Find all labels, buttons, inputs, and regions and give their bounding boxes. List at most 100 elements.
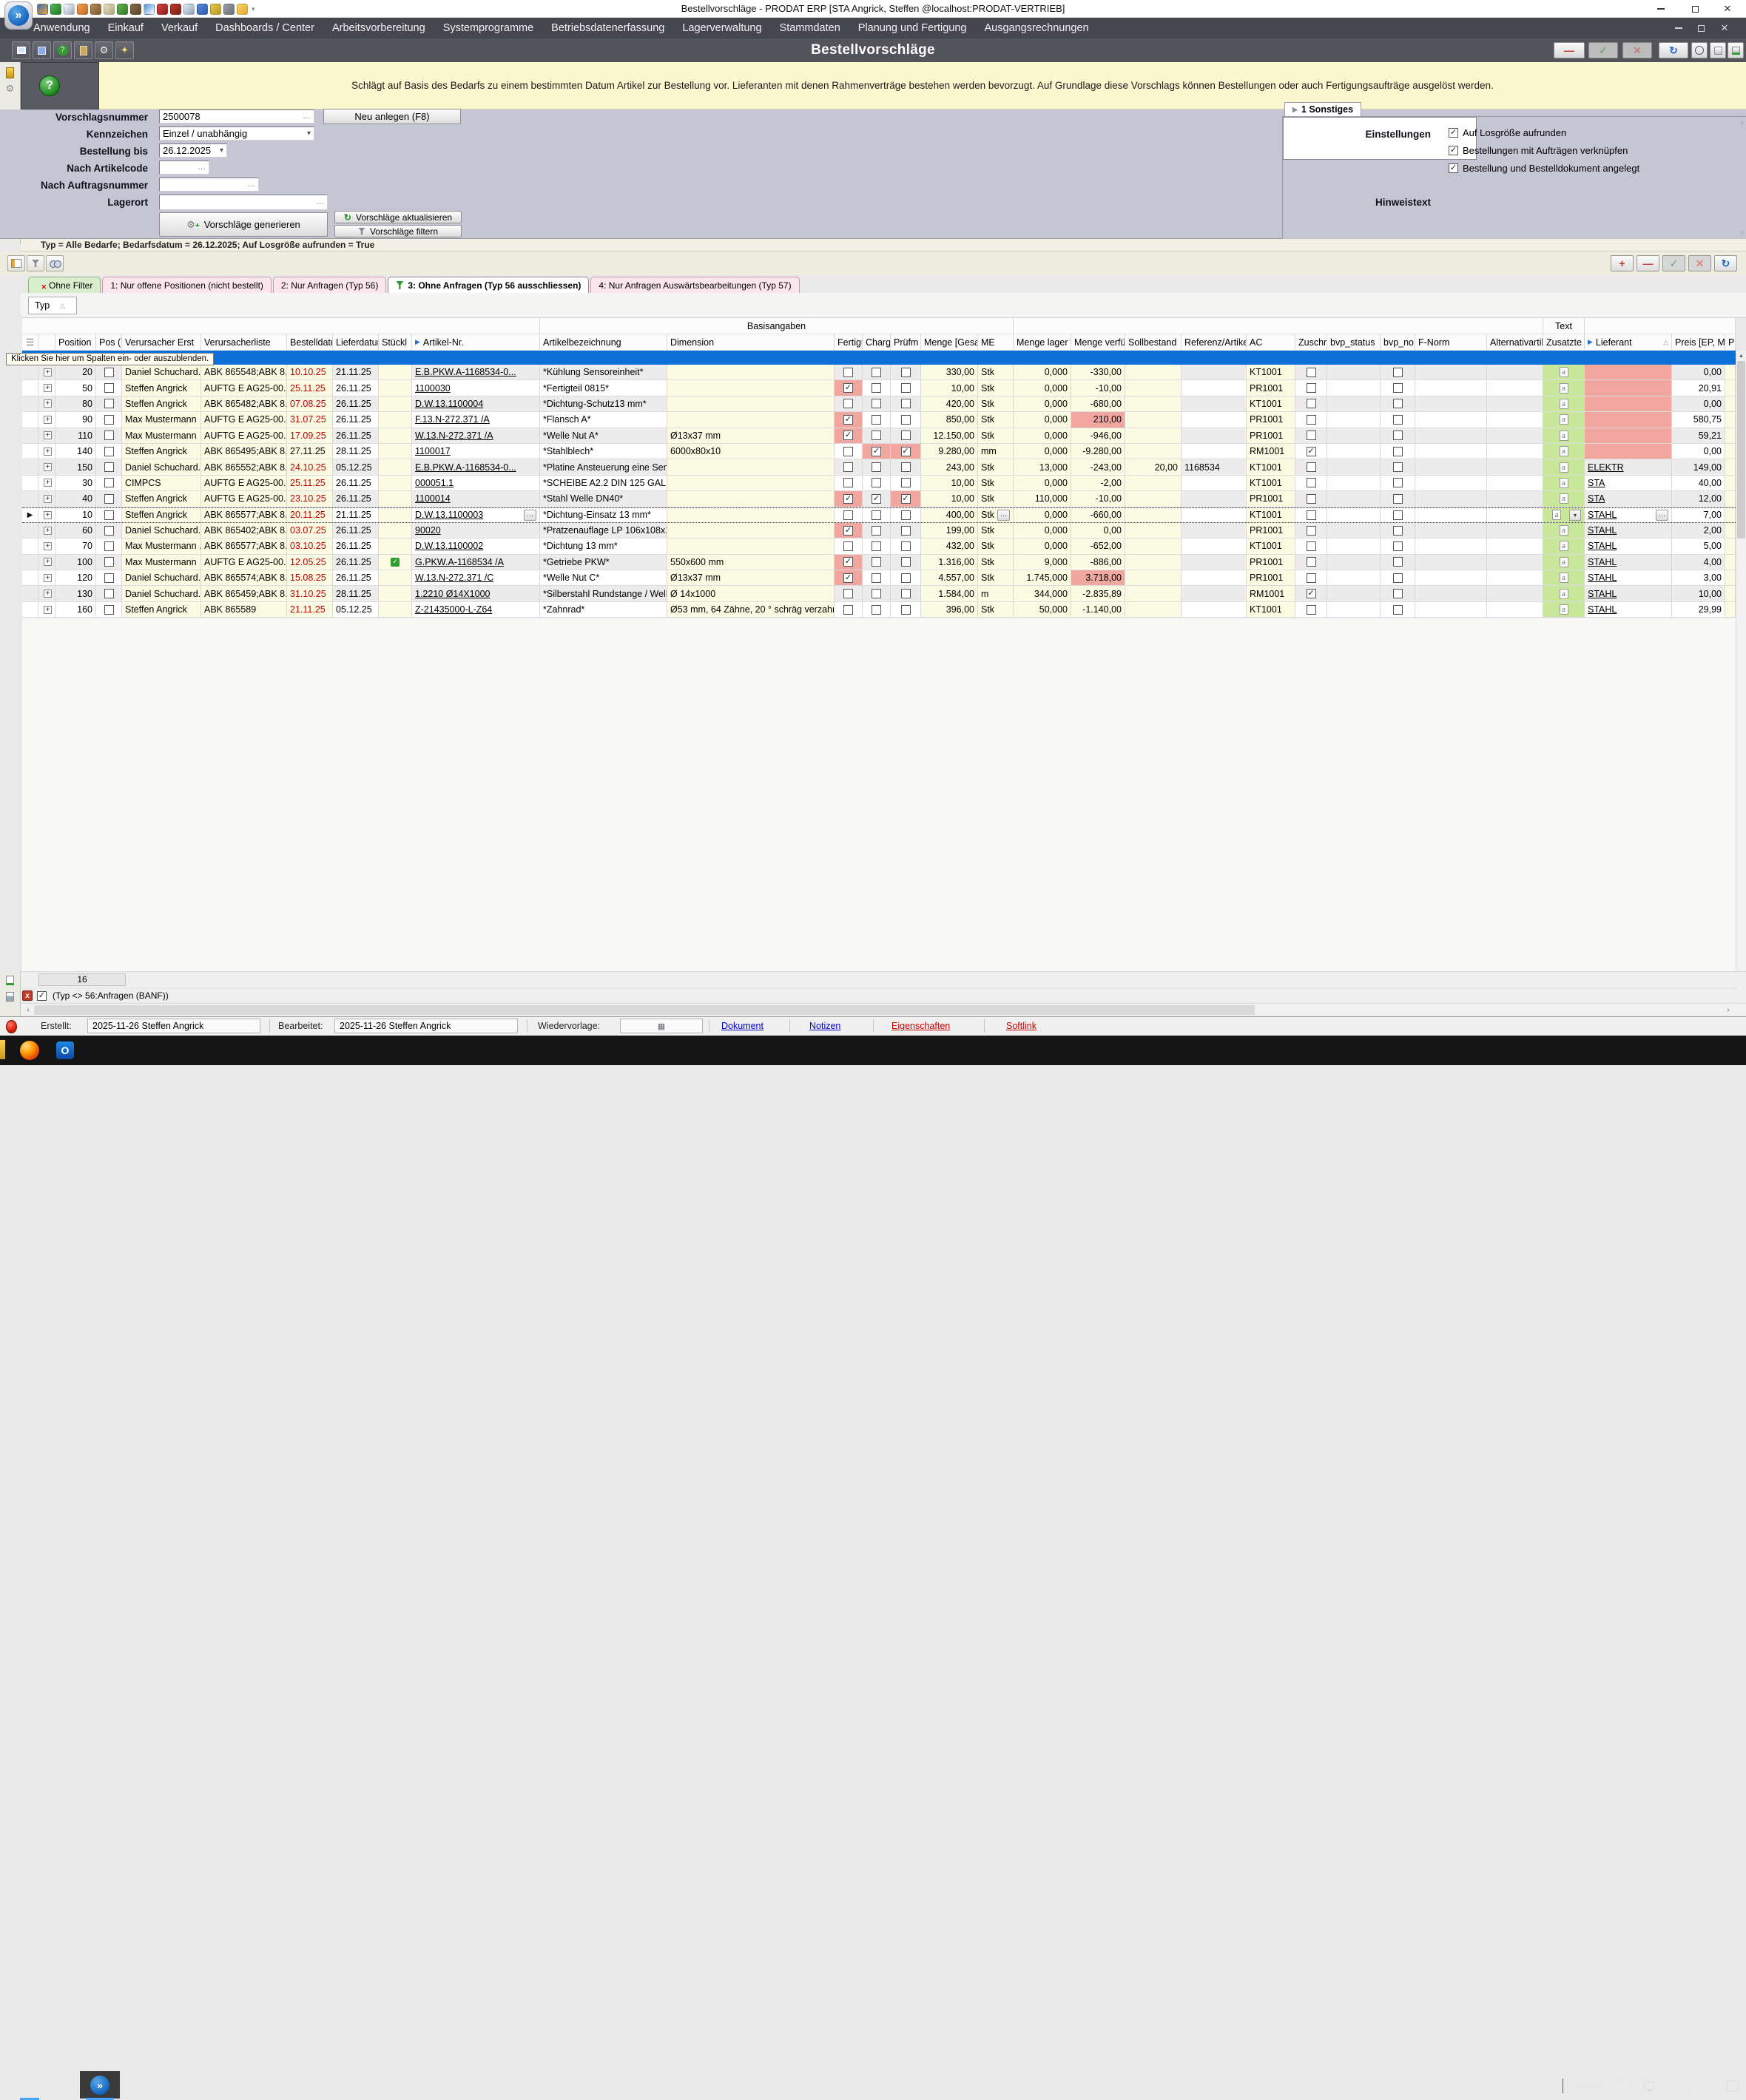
cropped-app-icon[interactable]	[0, 1040, 5, 1059]
cell-lief[interactable]	[1585, 365, 1672, 380]
cell-posb[interactable]	[96, 570, 122, 586]
copy-icon[interactable]	[33, 41, 51, 59]
cell-c[interactable]	[863, 601, 891, 618]
quick-icon-6[interactable]	[104, 3, 115, 15]
cell-exp[interactable]: +	[38, 522, 55, 538]
cell-art[interactable]: W.13.N-272.371 /A	[412, 428, 540, 443]
table-row[interactable]: +120 Daniel Schuchard... ABK 865574;ABK 8.…	[22, 570, 1736, 587]
cell-checkbox[interactable]	[900, 478, 911, 488]
add-row-button[interactable]: +	[1611, 255, 1634, 271]
cell-zu[interactable]	[1295, 538, 1327, 554]
window-restore-button[interactable]	[1682, 0, 1708, 18]
cell-checkbox[interactable]	[872, 589, 881, 599]
cell-checkbox[interactable]	[900, 557, 911, 567]
cell-bvpn[interactable]	[1381, 396, 1415, 412]
cell-bvpn[interactable]	[1381, 554, 1415, 570]
cell-lief[interactable]: STAHL	[1585, 601, 1672, 618]
cell-exp[interactable]: +	[38, 586, 55, 601]
cell-zu[interactable]	[1295, 570, 1327, 586]
column-header-ldat[interactable]: Lieferdatum	[333, 334, 379, 351]
column-header-alt[interactable]: Alternativartil	[1487, 334, 1543, 351]
cell-bvpn[interactable]	[1381, 570, 1415, 586]
cell-bvpn[interactable]	[1381, 507, 1415, 522]
notification-icon[interactable]	[1727, 2081, 1739, 2091]
scroll-left-icon[interactable]: ‹	[22, 1005, 34, 1016]
gear-icon[interactable]: ⚙	[4, 83, 16, 95]
text-note-icon[interactable]: a	[1559, 541, 1568, 552]
cell-checkbox[interactable]	[1306, 431, 1316, 441]
cell-posb[interactable]	[96, 491, 122, 507]
table-row[interactable]: +20 Daniel Schuchard... ABK 865548;ABK 8..…	[22, 365, 1736, 381]
quick-icon-16[interactable]	[237, 3, 248, 15]
menu-item-systemprogramme[interactable]: Systemprogramme	[434, 18, 542, 38]
horizontal-scrollbar[interactable]: ‹ ›	[21, 1003, 1746, 1016]
cell-zu[interactable]	[1295, 507, 1327, 522]
cell-checkbox[interactable]	[1306, 383, 1316, 394]
cell-bvpn[interactable]	[1381, 586, 1415, 601]
cancel-button[interactable]: ✕	[1622, 42, 1652, 58]
cell-checkbox[interactable]	[872, 510, 881, 520]
cell-c[interactable]	[863, 538, 891, 554]
cell-posb[interactable]	[96, 443, 122, 459]
cell-p[interactable]	[891, 538, 921, 554]
desktop-label[interactable]: Desktop	[1571, 2080, 1605, 2090]
text-note-icon[interactable]: a	[1559, 446, 1568, 457]
cell-c[interactable]	[863, 459, 891, 475]
cell-checkbox[interactable]	[104, 604, 114, 615]
cell-p[interactable]	[891, 396, 921, 412]
cell-checkbox[interactable]	[104, 525, 114, 536]
column-header-dim[interactable]: Dimension	[667, 334, 835, 351]
cell-c[interactable]: ✓	[863, 491, 891, 507]
cell-c[interactable]	[863, 396, 891, 412]
column-header-zu[interactable]: Zuschn	[1295, 334, 1327, 351]
text-note-icon[interactable]: a	[1559, 604, 1568, 615]
cell-posb[interactable]	[96, 365, 122, 380]
scrollbar-thumb[interactable]	[34, 1005, 1255, 1015]
filter-tab-3[interactable]: 3: Ohne Anfragen (Typ 56 ausschliessen)	[388, 277, 590, 296]
nach-artikelcode-input[interactable]: …	[159, 161, 209, 175]
cell-checkbox[interactable]	[900, 604, 911, 615]
text-note-icon[interactable]: a	[1559, 462, 1568, 473]
cell-checkbox[interactable]	[1392, 525, 1403, 536]
cell-exp[interactable]: +	[38, 412, 55, 428]
cell-checkbox[interactable]	[104, 462, 114, 473]
text-note-icon[interactable]: a	[1559, 573, 1568, 584]
cell-exp[interactable]: +	[38, 507, 55, 522]
cell-zu[interactable]	[1295, 412, 1327, 428]
cell-art[interactable]: D.W.13.1100002	[412, 538, 540, 554]
cell-f[interactable]: ✓	[835, 522, 863, 538]
vorschlaege-generieren-button[interactable]: ⚙+ Vorschläge generieren	[159, 212, 328, 237]
column-header-verf[interactable]: Menge verfü	[1071, 334, 1125, 351]
cell-checkbox[interactable]	[843, 399, 853, 409]
cell-posb[interactable]	[96, 428, 122, 443]
vorschlaege-aktualisieren-button[interactable]: ↻ Vorschläge aktualisieren	[334, 211, 462, 223]
cell-checkbox[interactable]	[104, 431, 114, 441]
cell-checkbox[interactable]	[1306, 478, 1316, 488]
tray-chevron-icon[interactable]: ∧	[1626, 2080, 1633, 2091]
cell-lief[interactable]	[1585, 428, 1672, 443]
cell-f[interactable]: ✓	[835, 380, 863, 396]
cell-posb[interactable]	[96, 412, 122, 428]
firefox-icon[interactable]	[18, 1039, 41, 1061]
prodat-taskbar-icon[interactable]: »	[80, 2071, 120, 2099]
cell-exp[interactable]: +	[38, 428, 55, 443]
cell-checkbox[interactable]	[872, 604, 881, 615]
cell-checkbox[interactable]	[1306, 510, 1316, 520]
text-note-icon[interactable]: a	[1559, 382, 1568, 394]
cell-posb[interactable]	[96, 522, 122, 538]
cell-exp[interactable]: +	[38, 365, 55, 380]
artikel-link[interactable]: E.B.PKW.A-1168534-0...	[415, 462, 516, 473]
delete-row-button[interactable]: —	[1637, 255, 1659, 271]
cell-bvpn[interactable]	[1381, 538, 1415, 554]
cell-checkbox[interactable]	[843, 510, 853, 520]
expand-icon[interactable]: +	[44, 431, 52, 440]
remove-record-button[interactable]: —	[1554, 42, 1585, 58]
cell-checkbox[interactable]: ✓	[843, 431, 853, 441]
column-header-preis[interactable]: Preis [EP, M	[1672, 334, 1725, 351]
cell-f[interactable]: ✓	[835, 570, 863, 586]
cell-c[interactable]	[863, 586, 891, 601]
window-minimize-button[interactable]	[1648, 0, 1673, 18]
cell-bvpn[interactable]	[1381, 601, 1415, 618]
quick-icon-7[interactable]	[117, 3, 128, 15]
cell-art[interactable]: Z-21435000-L-Z64	[412, 601, 540, 618]
